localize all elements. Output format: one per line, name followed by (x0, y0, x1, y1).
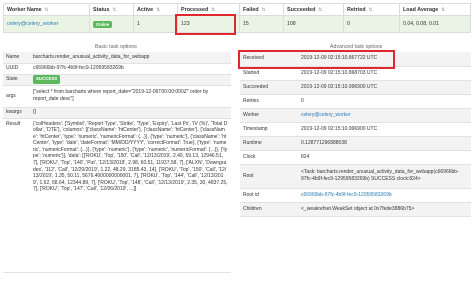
col-failed[interactable]: Failed ⇅ (239, 3, 284, 16)
workers-table: Worker Name ⇅ Status ⇅ Active ⇅ Processed ⇅ … (3, 3, 471, 33)
worker-row: celery@celery_worker Online 1 123 15 108… (3, 15, 471, 33)
sort-icon: ⇅ (156, 6, 160, 12)
sort-icon: ⇅ (368, 6, 373, 12)
advanced-options-title: Advanced task options (330, 44, 383, 50)
col-worker-name[interactable]: Worker Name ⇅ (3, 3, 90, 16)
worker-succeeded: 108 (283, 15, 344, 33)
col-retried[interactable]: Retried ⇅ (343, 3, 400, 16)
state-badge: SUCCESS (33, 75, 61, 84)
basic-row-result: Result {'colHeaders': ['Symbol', 'Report… (3, 118, 231, 273)
adv-row-children: Children <_weakrefset.WeakSet object at … (240, 202, 471, 217)
worker-active: 1 (133, 15, 178, 33)
worker-retried: 0 (343, 15, 400, 33)
col-processed[interactable]: Processed ⇅ (177, 3, 240, 16)
sort-icon: ⇅ (44, 6, 49, 12)
adv-row-started: Started 2019-12-09 02:15:10.868703 UTC (240, 66, 471, 81)
basic-row-name: Name barcharts.render_unusual_activity_d… (3, 52, 231, 64)
adv-row-succeeded: Succeeded 2019-12-09 02:15:10.996900 UTC (240, 80, 471, 95)
adv-row-retries: Retries 0 (240, 94, 471, 109)
col-load-average[interactable]: Load Average ⇅ (399, 3, 471, 16)
adv-row-worker: Worker celery@celery_worker (240, 108, 471, 123)
sort-icon: ⇅ (318, 6, 323, 12)
sort-icon: ⇅ (112, 6, 117, 12)
sort-icon: ⇅ (441, 6, 445, 12)
basic-options-title: Basic task options (95, 44, 137, 50)
sort-icon: ⇅ (261, 6, 266, 12)
adv-row-clock: Clock 824 (240, 150, 471, 165)
basic-row-uuid: UUID c66966bb-97fc-4b9f-fec9-12959583269… (3, 63, 231, 75)
root-id-link[interactable]: c66966bb-97fc-4b9f-fec9-12959583269b (298, 188, 471, 203)
worker-link[interactable]: celery@celery_worker (298, 108, 471, 123)
worker-status-cell: Online (89, 15, 134, 33)
adv-row-timestamp: Timestamp 2019-12-09 02:15:10.996900 UTC (240, 122, 471, 137)
adv-row-root-id: Root id c66966bb-97fc-4b9f-fec9-12959583… (240, 188, 471, 203)
adv-row-received: Received 2019-12-09 02:15:10.867722 UTC (240, 52, 471, 67)
online-badge: Online (93, 20, 113, 28)
basic-row-state: State SUCCESS (3, 74, 231, 86)
col-succeeded[interactable]: Succeeded ⇅ (283, 3, 344, 16)
adv-row-runtime: Runtime 0.128771296888038 (240, 136, 471, 151)
advanced-options-table: Received 2019-12-09 02:15:10.867722 UTC … (240, 52, 471, 217)
adv-row-root: Root <Task: barcharts.render_unusual_act… (240, 164, 471, 189)
col-active[interactable]: Active ⇅ (133, 3, 178, 16)
worker-failed: 15 (239, 15, 284, 33)
worker-name-link[interactable]: celery@celery_worker (3, 15, 90, 33)
worker-processed: 123 (177, 15, 240, 33)
basic-row-kwargs: kwargs {} (3, 107, 231, 119)
worker-load-average: 0.04, 0.08, 0.01 (399, 15, 471, 33)
basic-options-table: Name barcharts.render_unusual_activity_d… (3, 52, 231, 273)
basic-row-args: args ["select * from barcharts where rep… (3, 85, 231, 108)
workers-header-row: Worker Name ⇅ Status ⇅ Active ⇅ Processed ⇅ … (3, 3, 471, 16)
col-status[interactable]: Status ⇅ (89, 3, 134, 16)
sort-icon: ⇅ (211, 6, 215, 12)
